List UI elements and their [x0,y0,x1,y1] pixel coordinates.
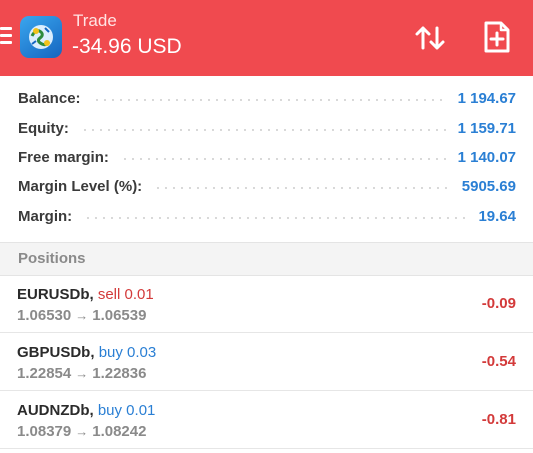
sort-arrows-icon [415,26,445,50]
equity-value: 1 159.71 [457,119,516,137]
balance-label: Balance: [18,89,81,107]
position-profit: -0.54 [481,353,516,370]
current-price: 1.22836 [92,365,147,382]
balance-value: 1 194.67 [457,89,516,107]
app-header: Trade -34.96 USD [0,0,533,76]
position-profit: -0.81 [481,411,516,428]
dotted-leader [80,128,448,131]
free-margin-row: Free margin: 1 140.07 [18,146,516,168]
free-margin-value: 1 140.07 [457,148,516,166]
positions-section-header: Positions [0,242,533,276]
margin-label: Margin: [18,207,73,225]
arrow-right-icon: → [75,366,89,381]
sort-button[interactable] [412,22,450,54]
new-order-button[interactable] [482,20,512,54]
margin-level-row: Margin Level (%): 5905.69 [18,175,516,197]
new-order-document-plus-icon [484,21,510,53]
metatrader-logo-icon [20,16,62,58]
position-row-eurusd[interactable]: EURUSDb, sell 0.01 1.06530 → 1.06539 -0.09 [0,276,533,333]
position-symbol: EURUSDb, [17,286,94,303]
arrow-right-icon: → [75,424,89,439]
position-row-gbpusd[interactable]: GBPUSDb, buy 0.03 1.22854 → 1.22836 -0.54 [0,334,533,391]
equity-row: Equity: 1 159.71 [18,117,516,139]
floating-profit: -34.96 USD [72,35,182,58]
position-summary: AUDNZDb, buy 0.01 [17,402,155,419]
margin-row: Margin: 19.64 [18,205,516,227]
position-prices: 1.22854 → 1.22836 [17,365,146,382]
dotted-leader [120,157,448,160]
current-price: 1.06539 [92,307,147,324]
position-symbol: GBPUSDb, [17,344,95,361]
position-side-volume: buy 0.03 [98,344,157,361]
position-prices: 1.08379 → 1.08242 [17,423,146,440]
position-row-audnzd[interactable]: AUDNZDb, buy 0.01 1.08379 → 1.08242 -0.81 [0,392,533,449]
account-summary: Balance: 1 194.67 Equity: 1 159.71 Free … [0,76,533,242]
position-profit: -0.09 [481,295,516,312]
open-price: 1.06530 [17,307,72,324]
open-price: 1.08379 [17,423,72,440]
position-summary: EURUSDb, sell 0.01 [17,286,154,303]
position-symbol: AUDNZDb, [17,402,94,419]
margin-value: 19.64 [478,207,516,225]
position-prices: 1.06530 → 1.06539 [17,307,146,324]
open-price: 1.22854 [17,365,72,382]
arrow-right-icon: → [75,308,89,323]
position-side-volume: buy 0.01 [97,402,156,419]
position-summary: GBPUSDb, buy 0.03 [17,344,156,361]
dotted-leader [154,186,452,189]
margin-level-label: Margin Level (%): [18,177,143,195]
hamburger-menu-icon[interactable] [0,27,12,45]
balance-row: Balance: 1 194.67 [18,87,516,109]
equity-label: Equity: [18,119,69,137]
page-title: Trade [73,11,117,30]
current-price: 1.08242 [92,423,147,440]
dotted-leader [84,216,469,219]
position-side-volume: sell 0.01 [97,286,154,303]
margin-level-value: 5905.69 [461,177,516,195]
dotted-leader [92,98,448,101]
positions-title: Positions [18,250,86,267]
free-margin-label: Free margin: [18,148,109,166]
